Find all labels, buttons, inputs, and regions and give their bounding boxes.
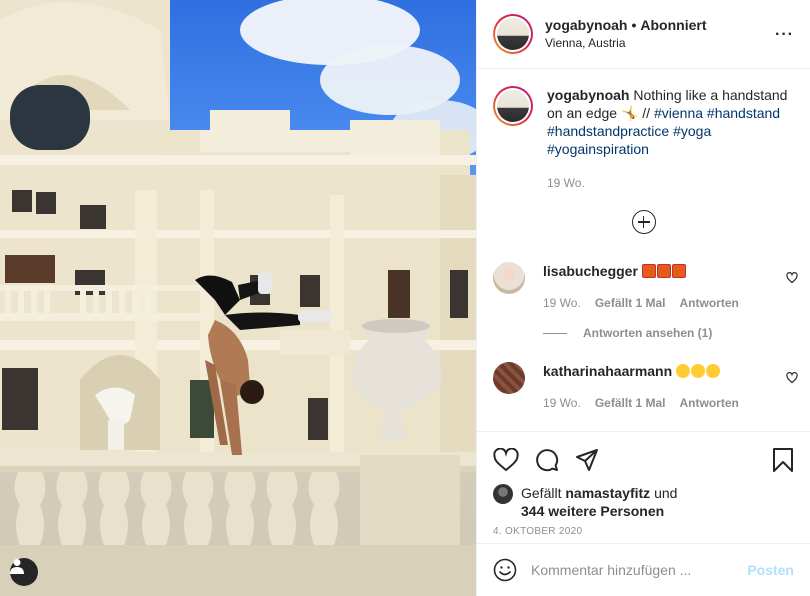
caption-username[interactable]: yogabynoah	[547, 87, 629, 103]
hashtag-link[interactable]: #yoga	[673, 123, 711, 139]
follow-status-button[interactable]: Abonniert	[640, 17, 706, 33]
comment-like-heart-icon[interactable]	[786, 272, 798, 284]
comment-input[interactable]	[531, 562, 748, 578]
likes-prefix: Gefällt	[521, 485, 562, 501]
hashtag-link[interactable]: #yogainspiration	[547, 141, 649, 157]
caption-text-suffix: //	[638, 105, 651, 121]
load-more-comments-icon[interactable]	[631, 210, 656, 234]
like-button[interactable]	[493, 448, 519, 472]
comment-likes[interactable]: Gefällt 1 Mal	[595, 294, 666, 312]
add-comment-bar: Posten	[477, 543, 810, 596]
heart-icon	[493, 448, 519, 472]
post-location[interactable]: Vienna, Austria	[545, 34, 706, 52]
commenter-avatar[interactable]	[493, 262, 525, 294]
comment-age[interactable]: 19 Wo.	[543, 394, 581, 412]
post-comment-button[interactable]: Posten	[747, 562, 794, 578]
comment-likes[interactable]: Gefällt 1 Mal	[595, 394, 666, 412]
caption-emoji: 🤸	[620, 105, 639, 121]
hashtag-link[interactable]: #handstandpractice	[547, 123, 669, 139]
comment-reply-button[interactable]: Antworten	[680, 294, 739, 312]
comment-button[interactable]	[535, 448, 559, 472]
comment-text	[641, 263, 687, 279]
post-date[interactable]: 4. OKTOBER 2020	[493, 526, 794, 537]
liker-avatar[interactable]	[493, 484, 513, 504]
likes-summary: Gefällt namastayfitz und 344 weitere Per…	[493, 484, 794, 520]
comment-like-heart-icon[interactable]	[786, 372, 798, 384]
post-photo[interactable]	[0, 0, 476, 596]
post-header: yogabynoah • Abonniert Vienna, Austria ···	[477, 0, 810, 69]
bookmark-icon	[773, 448, 793, 472]
post-details-panel: yogabynoah • Abonniert Vienna, Austria ···…	[476, 0, 810, 596]
send-paper-plane-icon	[576, 449, 598, 471]
hashtag-link[interactable]: #handstand	[707, 105, 780, 121]
photo-illustration	[0, 0, 476, 596]
comment-text	[676, 363, 721, 379]
load-more-comments	[477, 210, 810, 234]
comment-age[interactable]: 19 Wo.	[543, 294, 581, 312]
author-avatar[interactable]	[493, 14, 533, 54]
post-caption: yogabynoah Nothing like a handstand on a…	[477, 70, 810, 192]
comment-username[interactable]: lisabuchegger	[543, 263, 638, 279]
post-actions: Gefällt namastayfitz und 344 weitere Per…	[477, 431, 810, 537]
user-icon	[10, 559, 24, 574]
liker-username[interactable]: namastayfitz	[565, 485, 650, 501]
comment-bubble-icon	[536, 449, 559, 472]
tagged-users-button[interactable]	[10, 558, 38, 586]
comment-item: katharinahaarmann 19 Wo. Gefällt 1 Mal A…	[477, 362, 810, 412]
comments-section[interactable]: yogabynoah Nothing like a handstand on a…	[477, 70, 810, 431]
likes-middle: und	[654, 485, 678, 501]
comment-username[interactable]: katharinahaarmann	[543, 363, 672, 379]
caption-author-avatar[interactable]	[493, 86, 533, 126]
comment-item: lisabuchegger 19 Wo. Gefällt 1 Mal Antwo…	[477, 262, 810, 312]
save-button[interactable]	[772, 448, 794, 475]
separator-dot: •	[631, 17, 637, 33]
author-info: yogabynoah • Abonniert Vienna, Austria	[545, 16, 706, 52]
caption-age[interactable]: 19 Wo.	[547, 174, 585, 192]
commenter-avatar[interactable]	[493, 362, 525, 394]
view-replies-button[interactable]: Antworten ansehen (1)	[543, 326, 810, 340]
view-replies-label: Antworten ansehen (1)	[583, 326, 713, 340]
likes-count-link[interactable]: 344 weitere Personen	[521, 503, 664, 519]
comment-reply-button[interactable]: Antworten	[680, 394, 739, 412]
hashtag-link[interactable]: #vienna	[654, 105, 703, 121]
author-username[interactable]: yogabynoah	[545, 17, 627, 33]
emoji-smiley-icon[interactable]	[493, 558, 517, 582]
share-button[interactable]	[575, 448, 599, 472]
more-options-icon[interactable]: ···	[775, 26, 794, 44]
